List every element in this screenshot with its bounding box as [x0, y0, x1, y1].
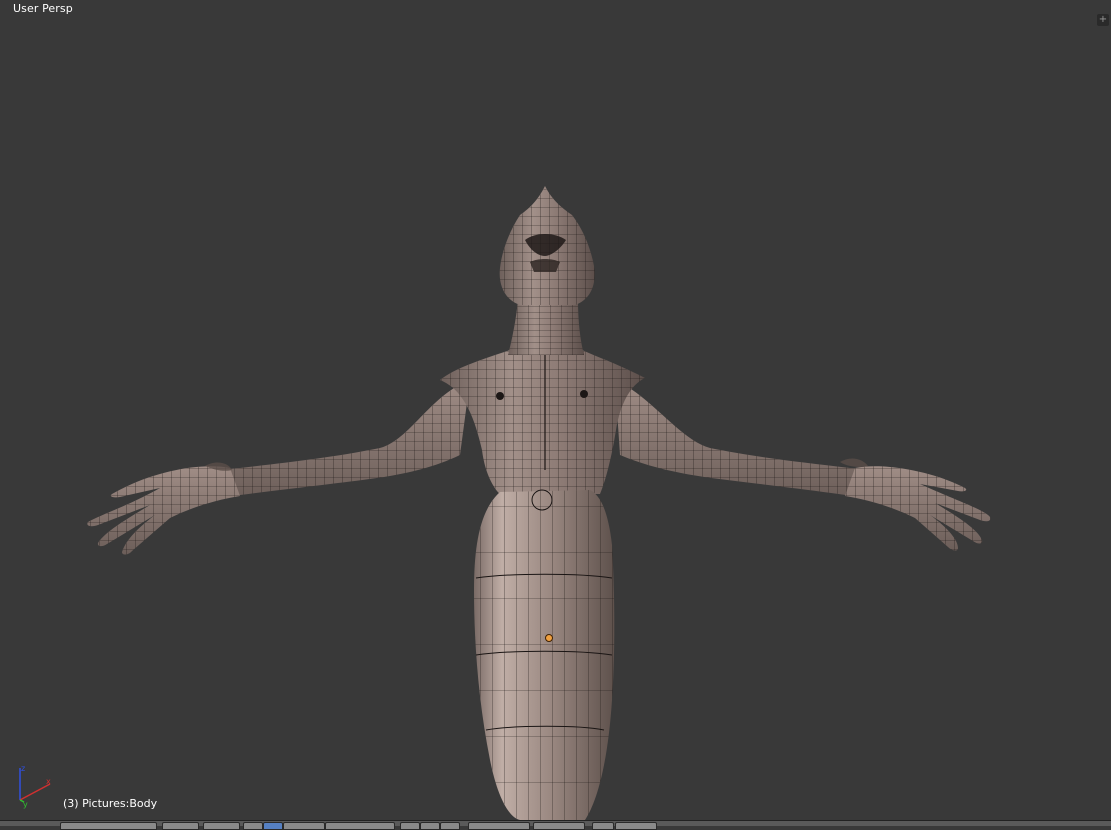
pivot-button[interactable]	[283, 822, 325, 830]
object-info-label: (3) Pictures:Body	[63, 797, 158, 810]
torso	[440, 350, 645, 494]
view-menu-button[interactable]	[60, 822, 157, 830]
z-axis-label: z	[21, 764, 25, 773]
right-arm	[615, 380, 991, 551]
mesh-model[interactable]	[0, 0, 1111, 820]
y-axis-label: y	[23, 800, 28, 809]
object-origin[interactable]	[545, 634, 553, 642]
left-arm	[87, 380, 470, 555]
shading-button[interactable]	[263, 822, 283, 830]
3d-viewport[interactable]: User Persp + z x y (3) Pictures:Body	[0, 0, 1111, 820]
snap-button[interactable]	[533, 822, 585, 830]
viewport-header	[0, 820, 1111, 830]
object-menu-button[interactable]	[203, 822, 240, 830]
layer-button-3[interactable]	[440, 822, 460, 830]
manipulator-button[interactable]	[325, 822, 395, 830]
layer-button-2[interactable]	[420, 822, 440, 830]
render-anim-button[interactable]	[615, 822, 657, 830]
axis-gizmo: z x y	[19, 764, 51, 809]
proportional-edit-button[interactable]	[468, 822, 530, 830]
render-button[interactable]	[592, 822, 614, 830]
mode-button[interactable]	[243, 822, 263, 830]
head	[499, 186, 595, 305]
layer-button-1[interactable]	[400, 822, 420, 830]
x-axis-line	[19, 783, 51, 801]
select-menu-button[interactable]	[162, 822, 199, 830]
lower-body	[474, 489, 615, 820]
neck	[508, 300, 584, 355]
x-axis-label: x	[46, 777, 51, 786]
